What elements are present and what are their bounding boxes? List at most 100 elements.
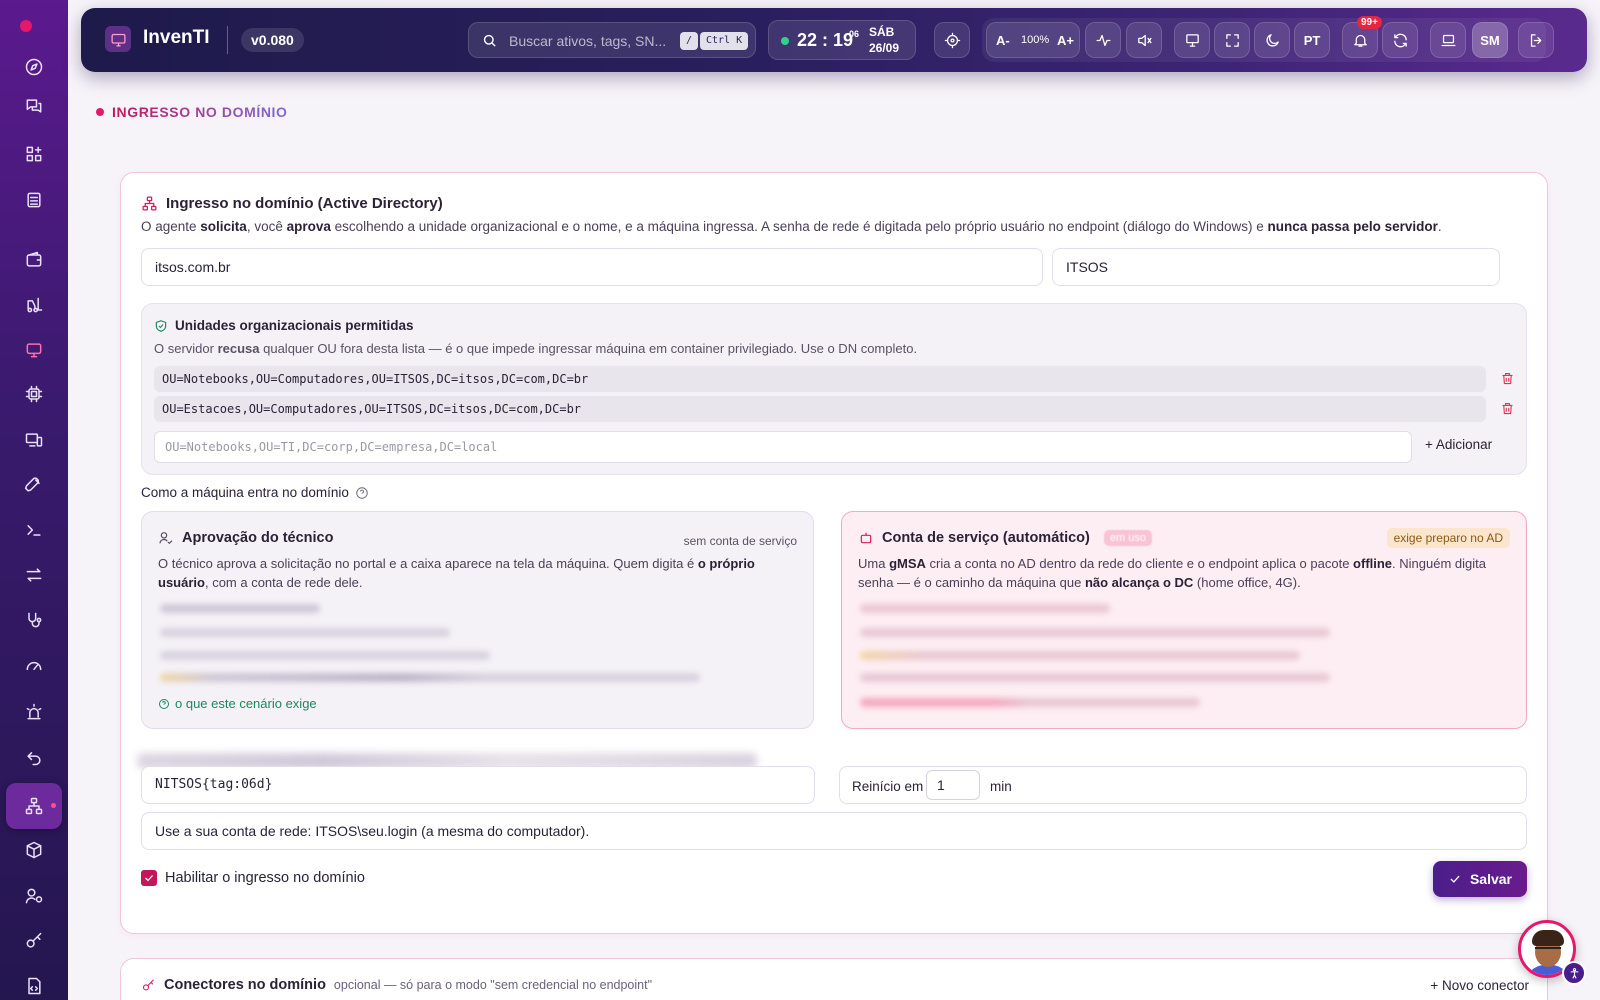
theme-toggle-button[interactable] (1254, 22, 1290, 58)
sidebar-item-hardware[interactable] (14, 374, 54, 414)
sidebar-item-keys[interactable] (14, 921, 54, 961)
sidebar-item-code[interactable] (14, 966, 54, 1000)
ou-description: O servidor recusa qualquer OU fora desta… (154, 341, 917, 356)
sidebar-item-performance[interactable] (14, 646, 54, 686)
app-brand: InvenTI (143, 27, 210, 48)
archive-icon (27, 192, 41, 208)
accessibility-button[interactable] (1562, 961, 1586, 985)
new-connector-button[interactable]: + Novo conector (1430, 978, 1529, 993)
domain-netbios-field[interactable]: ITSOS (1052, 248, 1500, 286)
domain-fqdn-field[interactable]: itsos.com.br (141, 248, 1043, 286)
laptop-icon (1440, 34, 1456, 46)
topbar: InvenTI v0.080 Buscar ativos, tags, SN..… (81, 8, 1587, 72)
sidebar-item-transfer[interactable] (14, 555, 54, 595)
wallet-icon (26, 251, 42, 267)
package-icon (26, 841, 42, 859)
check-icon (145, 875, 153, 882)
desc-bold: recusa (217, 341, 260, 356)
ou-item: OU=Notebooks,OU=Computadores,OU=ITSOS,DC… (154, 366, 1486, 392)
sidebar-item-monitor[interactable] (14, 330, 54, 370)
desc-text: . (1437, 219, 1442, 234)
blurred-step (160, 673, 700, 682)
help-circle-icon[interactable] (355, 486, 369, 500)
connectors-title-text: Conectores no domínio (164, 977, 326, 993)
user-message-field[interactable]: Use a sua conta de rede: ITSOS\seu.login… (141, 812, 1527, 850)
volume-mute-icon (1137, 34, 1152, 46)
desc-text: (home office, 4G). (1193, 575, 1301, 590)
join-mode-label: Como a máquina entra no domínio (141, 485, 369, 500)
desc-text: O técnico aprova a solicitação no portal… (158, 556, 698, 571)
search-input[interactable]: Buscar ativos, tags, SN... / Ctrl K (468, 22, 756, 58)
avatar-hair (1532, 930, 1564, 946)
sidebar-item-user-settings[interactable] (14, 876, 54, 916)
sidebar-item-deploy[interactable] (14, 465, 54, 505)
grid-plus-icon (26, 146, 42, 162)
app-logo (105, 26, 131, 52)
user-avatar-button[interactable]: SM (1472, 22, 1508, 58)
sidebar (0, 0, 68, 1000)
presentation-button[interactable] (1174, 22, 1210, 58)
terminal-icon (27, 525, 41, 536)
save-button[interactable]: Salvar (1433, 861, 1527, 897)
activity-button[interactable] (1085, 22, 1121, 58)
network-icon (142, 196, 157, 211)
restart-delay-field: Reinício em 1 min (839, 766, 1527, 804)
restart-unit: min (990, 779, 1012, 794)
scenario-help-link[interactable]: o que este cenário exige (158, 696, 317, 711)
restart-label: Reinício em (852, 779, 924, 794)
device-button[interactable] (1430, 22, 1466, 58)
computer-name-template-field[interactable]: NITSOS{tag:06d} (141, 766, 815, 804)
refresh-button[interactable] (1382, 22, 1418, 58)
bell-icon (1353, 34, 1367, 47)
desc-text: , com a conta de rede dele. (204, 575, 363, 590)
logout-icon (1530, 33, 1541, 47)
zoom-increase-button[interactable]: A+ (1057, 33, 1074, 48)
delete-ou-button[interactable] (1500, 371, 1516, 387)
help-circle-icon (159, 698, 169, 709)
sidebar-item-domain[interactable] (6, 783, 62, 829)
sidebar-item-chat[interactable] (14, 86, 54, 126)
clock-time: 22 : 19 (797, 30, 854, 50)
enable-checkbox[interactable] (141, 870, 157, 886)
logout-button[interactable] (1518, 22, 1554, 58)
new-ou-input[interactable]: OU=Notebooks,OU=TI,DC=corp,DC=empresa,DC… (154, 431, 1412, 463)
check-icon (1450, 875, 1460, 883)
locate-button[interactable] (934, 22, 970, 58)
language-button[interactable]: PT (1294, 22, 1330, 58)
notifications-button[interactable]: 99+ (1342, 16, 1382, 58)
sidebar-item-packages[interactable] (14, 830, 54, 870)
delete-ou-button[interactable] (1500, 401, 1516, 417)
sidebar-item-alerts[interactable] (14, 692, 54, 732)
sidebar-item-assets[interactable] (14, 285, 54, 325)
restart-value-input[interactable]: 1 (926, 770, 980, 800)
mute-button[interactable] (1126, 22, 1162, 58)
sidebar-item-wallet[interactable] (14, 240, 54, 280)
enable-domain-join: Habilitar o ingresso no domínio (141, 870, 365, 886)
breadcrumb-dot (96, 108, 104, 116)
join-mode-label-text: Como a máquina entra no domínio (141, 485, 349, 500)
connectors-card: Conectores no domínio opcional — só para… (120, 958, 1548, 1000)
divider (227, 26, 228, 54)
sidebar-item-inventory[interactable] (14, 180, 54, 220)
card-title-text: Ingresso no domínio (Active Directory) (166, 195, 443, 212)
zoom-decrease-button[interactable]: A- (996, 33, 1010, 48)
fullscreen-button[interactable] (1214, 22, 1250, 58)
sidebar-item-dashboard[interactable] (14, 134, 54, 174)
desc-text: cria a conta no AD dentro da rede do cli… (925, 556, 1354, 571)
desc-text: escolhendo a unidade organizacional e o … (330, 219, 1268, 234)
blurred-step (860, 673, 1330, 682)
sidebar-item-health[interactable] (14, 600, 54, 640)
mode-service-account[interactable]: Conta de serviço (automático) em uso exi… (841, 511, 1527, 729)
add-ou-button[interactable]: + Adicionar (1425, 437, 1492, 452)
file-code-icon (28, 977, 41, 995)
connectors-title: Conectores no domínio opcional — só para… (141, 977, 652, 993)
key-icon (26, 932, 42, 948)
active-indicator (51, 803, 56, 808)
sidebar-status-dot (20, 20, 32, 32)
mode-technician-approval[interactable]: Aprovação do técnico sem conta de serviç… (141, 511, 814, 729)
sidebar-item-explore[interactable] (14, 47, 54, 87)
sidebar-item-undo[interactable] (14, 737, 54, 777)
sidebar-item-terminal[interactable] (14, 510, 54, 550)
sidebar-item-devices[interactable] (14, 420, 54, 460)
clock-seconds: 06 (849, 29, 860, 39)
